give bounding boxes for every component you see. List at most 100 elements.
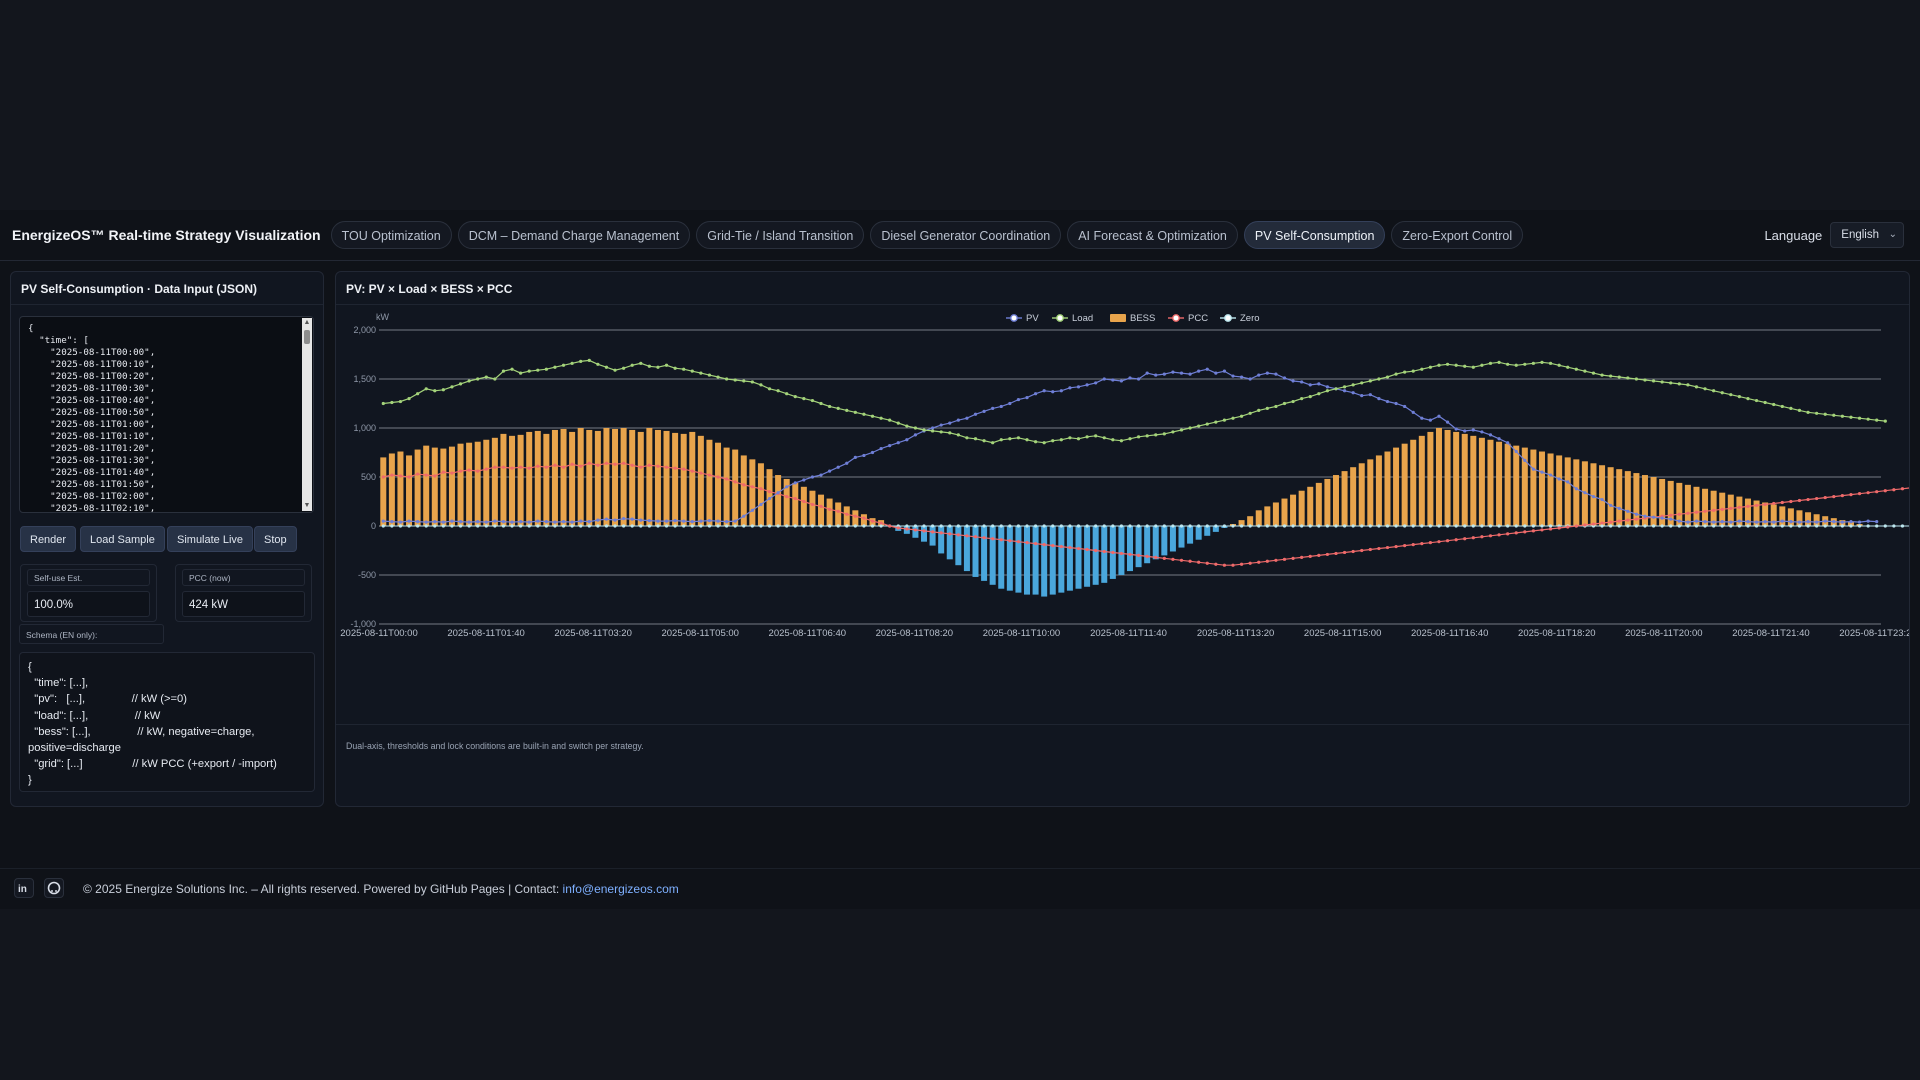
language-label: Language (1764, 227, 1823, 243)
bess-bar (620, 428, 627, 526)
github-icon[interactable] (44, 878, 64, 898)
zero-point (1669, 524, 1673, 528)
bess-bar (1461, 433, 1468, 526)
load-point (1754, 398, 1759, 403)
bess-bar (672, 432, 679, 526)
scroll-down-arrow-icon[interactable]: ▼ (302, 501, 312, 511)
zero-point (1325, 524, 1330, 528)
pcc-point (519, 465, 523, 469)
pv-point (819, 473, 823, 477)
pv-point (587, 519, 591, 524)
zero-point (862, 524, 866, 528)
bess-bar (629, 429, 636, 526)
load-point (1042, 441, 1046, 445)
x-tick-label: 2025-08-11T05:00 (661, 628, 738, 639)
pv-point (501, 519, 506, 524)
pv-point (673, 519, 677, 523)
load-point (1377, 377, 1381, 381)
load-point (1308, 395, 1312, 399)
zero-point (853, 524, 857, 528)
pv-point (1282, 376, 1287, 380)
render-button[interactable]: Render (20, 526, 77, 552)
tab-tou-optimization[interactable]: TOU Optimization (330, 221, 452, 249)
x-tick-label: 2025-08-11T10:00 (983, 628, 1060, 639)
pv-point (484, 520, 488, 524)
x-tick-label: 2025-08-11T16:40 (1411, 628, 1488, 639)
bess-bar (1298, 490, 1305, 526)
pcc-point (536, 464, 540, 468)
pv-point (1257, 373, 1261, 377)
zero-point (1308, 524, 1312, 528)
y-tick-label: 1,500 (353, 374, 376, 384)
load-point (381, 401, 385, 406)
load-point (810, 398, 815, 403)
pv-point (1480, 430, 1484, 434)
tab-grid-tie-island[interactable]: Grid-Tie / Island Transition (696, 221, 865, 249)
bess-bar (1367, 459, 1374, 526)
bess-bar (1315, 482, 1322, 526)
pv-point (750, 508, 754, 512)
pcc-point (1197, 560, 1201, 564)
load-point (699, 371, 703, 375)
load-sample-button[interactable]: Load Sample (80, 526, 165, 552)
tab-zero-export[interactable]: Zero-Export Control (1391, 221, 1524, 249)
load-point (1626, 376, 1630, 380)
pv-point (1025, 396, 1029, 400)
pv-point (1162, 372, 1166, 376)
load-point (433, 389, 437, 393)
zero-point (1051, 524, 1055, 528)
zero-point (1248, 524, 1252, 528)
pcc-point (493, 465, 497, 469)
pv-point (570, 520, 574, 524)
linkedin-icon[interactable]: in (14, 878, 34, 898)
zero-point (828, 524, 832, 528)
bess-bar (921, 526, 928, 542)
pcc-point (1445, 539, 1450, 543)
language-select[interactable]: English ⌄ (1830, 222, 1904, 248)
pcc-point (1797, 498, 1802, 503)
pcc-point (785, 495, 789, 499)
tab-ai-forecast[interactable]: AI Forecast & Optimization (1067, 221, 1238, 249)
pcc-point (390, 473, 394, 477)
legend-marker (1172, 314, 1180, 322)
pcc-point (1076, 546, 1081, 551)
tab-pv-self-consumption[interactable]: PV Self-Consumption (1243, 221, 1386, 249)
zero-point (673, 524, 677, 528)
bess-bar (689, 431, 696, 526)
zero-point (1145, 524, 1149, 528)
pcc-point (467, 468, 471, 472)
bess-bar (526, 431, 533, 526)
zero-point (1154, 524, 1158, 528)
pcc-point (596, 463, 600, 467)
stop-button[interactable]: Stop (254, 526, 297, 552)
pcc-point (1488, 534, 1493, 538)
bess-bar (809, 490, 816, 526)
pv-point (1763, 519, 1767, 524)
pcc-point (1677, 512, 1681, 516)
scrollbar-thumb[interactable] (304, 330, 310, 344)
tab-diesel-generator[interactable]: Diesel Generator Coordination (870, 221, 1062, 249)
legend-swatch (1110, 314, 1126, 322)
copyright-text: © 2025 Energize Solutions Inc. – All rig… (83, 882, 563, 896)
bess-bar (646, 428, 653, 526)
contact-email-link[interactable]: info@energizeos.com (563, 882, 679, 896)
pcc-point (742, 483, 746, 487)
zero-point (1857, 524, 1862, 528)
load-point (836, 406, 840, 410)
load-point (1136, 435, 1141, 439)
json-scrollbar[interactable]: ▲ ▼ (302, 318, 312, 511)
tab-demand-charge-management[interactable]: DCM – Demand Charge Management (457, 221, 691, 249)
zero-point (510, 524, 514, 528)
zero-point (1274, 524, 1278, 528)
pcc-point (613, 462, 617, 466)
zero-point (1385, 524, 1390, 528)
json-input-textarea[interactable]: { "time": [ "2025-08-11T00:00", "2025-08… (19, 316, 314, 513)
load-point (922, 428, 926, 432)
zero-point (1162, 524, 1166, 528)
load-point (1531, 361, 1535, 365)
load-point (1403, 370, 1407, 374)
scroll-up-arrow-icon[interactable]: ▲ (302, 318, 312, 328)
self-use-stat: Self-use Est. 100.0% (20, 564, 157, 622)
zero-point (1102, 524, 1106, 528)
simulate-live-button[interactable]: Simulate Live (167, 526, 254, 552)
